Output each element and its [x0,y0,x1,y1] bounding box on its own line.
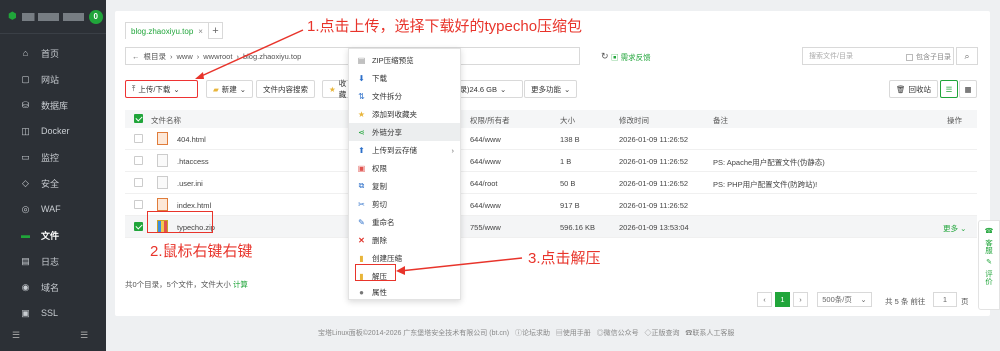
arrow-to-extract [399,257,523,272]
headset-icon[interactable]: ☎ [985,227,994,235]
review-link[interactable]: 评价 [984,270,995,285]
annotation-arrows [195,29,523,275]
arrowhead-upload [195,72,204,79]
customer-service-link[interactable]: 客服 [984,239,995,254]
arrow-to-upload [196,29,304,79]
edit-icon[interactable]: ✎ [986,258,992,266]
arrowhead-extract [396,266,405,275]
floating-widget: ☎ 客服 ✎ 评价 [978,220,1000,310]
